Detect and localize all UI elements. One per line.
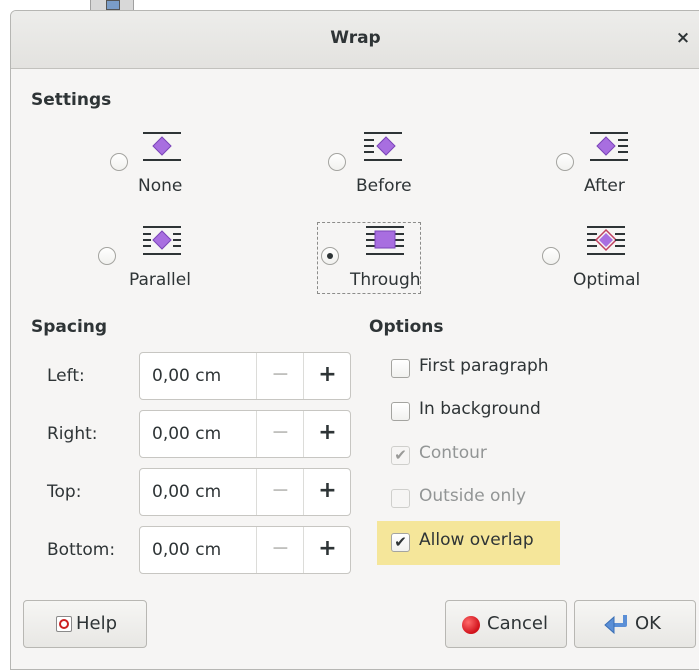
- radio-none[interactable]: [110, 153, 128, 171]
- contour-label: Contour: [419, 443, 487, 463]
- cancel-button[interactable]: Cancel: [445, 600, 567, 648]
- spacing-right-label: Right:: [47, 424, 98, 444]
- wrap-before-icon: [364, 132, 402, 161]
- wrap-option-before[interactable]: Before: [328, 131, 438, 201]
- cancel-button-label: Cancel: [487, 613, 548, 634]
- radio-optimal[interactable]: [542, 247, 560, 265]
- spacing-left-decrement-button[interactable]: −: [256, 353, 304, 399]
- spacing-heading: Spacing: [31, 317, 108, 337]
- wrap-label-through: Through: [350, 270, 421, 290]
- in-background-box[interactable]: [391, 402, 410, 421]
- spacing-right-increment-button[interactable]: +: [303, 411, 351, 457]
- wrap-option-none[interactable]: None: [110, 131, 220, 201]
- help-button[interactable]: Help: [23, 600, 147, 648]
- spacing-left-increment-button[interactable]: +: [303, 353, 351, 399]
- help-icon: [56, 616, 72, 632]
- first-paragraph-label: First paragraph: [419, 356, 549, 376]
- radio-before[interactable]: [328, 153, 346, 171]
- dialog-title: Wrap: [330, 28, 381, 48]
- allow-overlap-label: Allow overlap: [419, 530, 534, 550]
- options-heading: Options: [369, 317, 444, 337]
- wrap-label-parallel: Parallel: [129, 270, 191, 290]
- in-background-label: In background: [419, 399, 541, 419]
- spacing-top-label: Top:: [47, 482, 82, 502]
- wrap-none-icon: [143, 132, 181, 161]
- allow-overlap-box[interactable]: ✔: [391, 533, 410, 552]
- radio-through[interactable]: [321, 247, 339, 265]
- settings-heading: Settings: [31, 90, 112, 110]
- spacing-bottom-label: Bottom:: [47, 540, 116, 560]
- outside-only-box[interactable]: [391, 489, 410, 508]
- spacing-bottom-decrement-button[interactable]: −: [256, 527, 304, 573]
- wrap-option-after[interactable]: After: [556, 131, 666, 201]
- close-button[interactable]: ×: [671, 26, 695, 50]
- ok-enter-icon: [604, 615, 627, 635]
- spacing-bottom-value[interactable]: 0,00 cm: [152, 540, 221, 560]
- outside-only-label: Outside only: [419, 486, 527, 506]
- spacing-top-increment-button[interactable]: +: [303, 469, 351, 515]
- ok-button-label: OK: [635, 613, 661, 634]
- wrap-optimal-icon: [587, 226, 625, 255]
- wrap-option-through[interactable]: Through: [321, 225, 431, 295]
- wrap-label-after: After: [584, 176, 625, 196]
- wrap-label-optimal: Optimal: [573, 270, 641, 290]
- spacing-top-value[interactable]: 0,00 cm: [152, 482, 221, 502]
- ok-button[interactable]: OK: [574, 600, 696, 648]
- spacing-top-decrement-button[interactable]: −: [256, 469, 304, 515]
- spacing-bottom-increment-button[interactable]: +: [303, 527, 351, 573]
- spacing-left-spin: 0,00 cm − +: [139, 352, 351, 400]
- wrap-label-none: None: [138, 176, 183, 196]
- wrap-through-icon: [366, 226, 404, 255]
- spacing-left-value[interactable]: 0,00 cm: [152, 366, 221, 386]
- spacing-left-label: Left:: [47, 366, 85, 386]
- contour-box[interactable]: ✔: [391, 446, 410, 465]
- radio-after[interactable]: [556, 153, 574, 171]
- wrap-dialog: Wrap × Settings None Before After Parall…: [10, 10, 699, 670]
- spacing-right-spin: 0,00 cm − +: [139, 410, 351, 458]
- spacing-top-spin: 0,00 cm − +: [139, 468, 351, 516]
- title-bar: Wrap ×: [11, 11, 699, 69]
- radio-parallel[interactable]: [98, 247, 116, 265]
- first-paragraph-box[interactable]: [391, 359, 410, 378]
- wrap-option-parallel[interactable]: Parallel: [98, 225, 218, 295]
- spacing-right-value[interactable]: 0,00 cm: [152, 424, 221, 444]
- help-button-label: Help: [76, 613, 118, 634]
- wrap-label-before: Before: [356, 176, 412, 196]
- cancel-icon: [462, 616, 480, 634]
- wrap-after-icon: [590, 132, 628, 161]
- wrap-option-optimal[interactable]: Optimal: [542, 225, 672, 295]
- wrap-parallel-icon: [143, 226, 181, 255]
- spacing-bottom-spin: 0,00 cm − +: [139, 526, 351, 574]
- spacing-right-decrement-button[interactable]: −: [256, 411, 304, 457]
